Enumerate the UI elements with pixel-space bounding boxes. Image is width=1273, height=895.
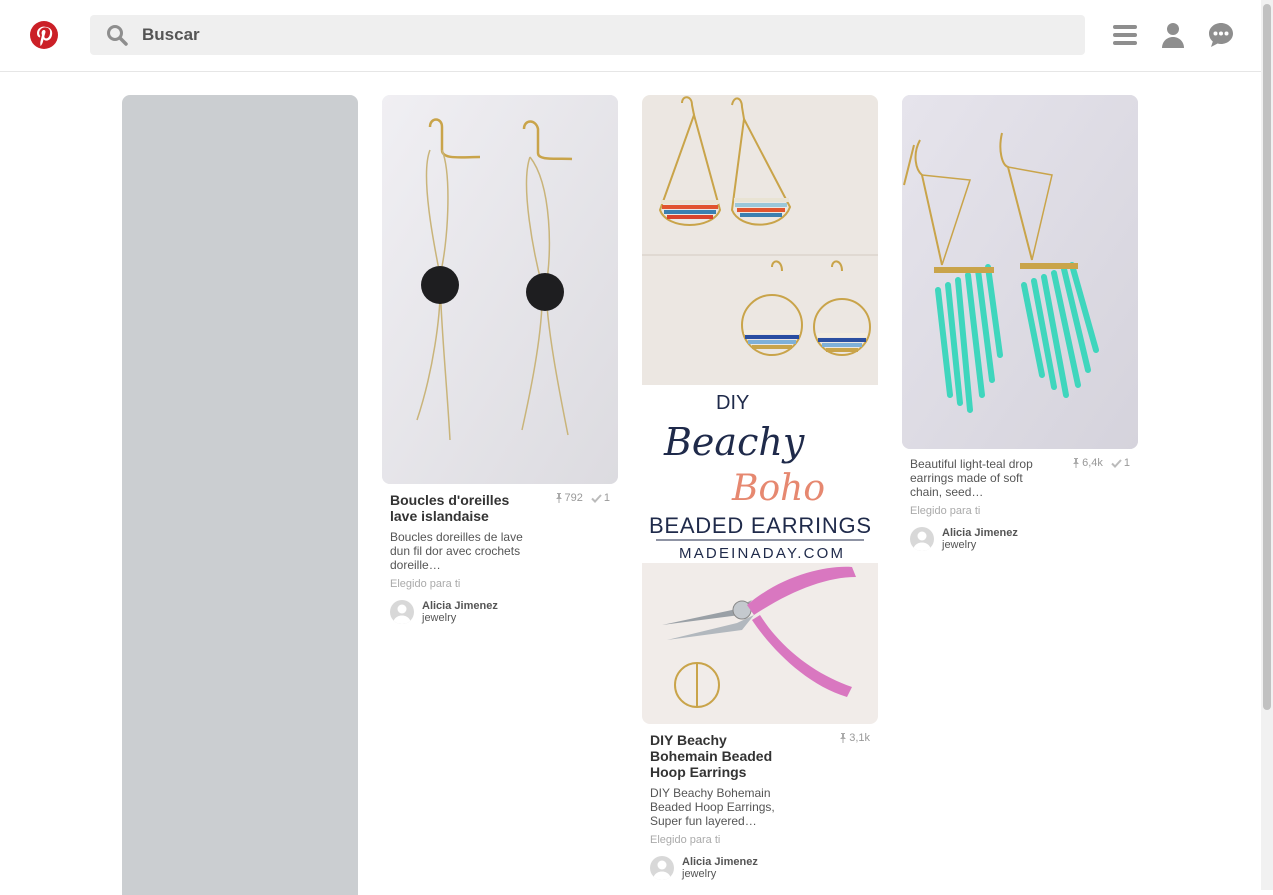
like-count: 1 xyxy=(591,492,610,504)
pin-card[interactable]: 6,4k 1 Beautiful light-teal drop earring… xyxy=(902,95,1138,551)
repin-count-text: 6,4k xyxy=(1082,457,1103,469)
check-icon xyxy=(591,493,602,503)
pin-image[interactable] xyxy=(902,95,1138,449)
image-text-boho: Boho xyxy=(731,468,825,509)
search-icon xyxy=(107,25,128,46)
avatar[interactable] xyxy=(650,856,674,880)
pin-stats: 792 1 xyxy=(555,492,610,504)
owner-name[interactable]: Alicia Jimenez xyxy=(422,600,498,612)
image-text-beaded-earrings: BEADED EARRINGS xyxy=(649,513,871,538)
pin-info: 6,4k 1 Beautiful light-teal drop earring… xyxy=(902,449,1138,551)
pin-icon xyxy=(555,493,562,503)
avatar[interactable] xyxy=(910,527,934,551)
board-name[interactable]: jewelry xyxy=(682,868,758,880)
check-icon xyxy=(1111,458,1122,468)
repin-count: 3,1k xyxy=(839,732,870,744)
pin-icon xyxy=(1073,458,1080,468)
image-text-diy: DIY xyxy=(716,392,749,414)
repin-count: 792 xyxy=(555,492,583,504)
pin-info: DIY Beachy Bohemain Beaded Hoop Earrings… xyxy=(642,724,878,880)
repin-count-text: 3,1k xyxy=(849,732,870,744)
pin-owner[interactable]: Alicia Jimenez jewelry xyxy=(650,856,870,880)
board-name[interactable]: jewelry xyxy=(942,539,1018,551)
pin-description: Beautiful light-teal drop earrings made … xyxy=(910,457,1033,499)
loading-pin-placeholder xyxy=(122,95,358,895)
like-count-text: 1 xyxy=(603,492,610,504)
pin-stats: 6,4k 1 xyxy=(1072,457,1130,469)
profile-icon[interactable] xyxy=(1159,21,1187,49)
scrollbar-thumb[interactable] xyxy=(1263,4,1271,710)
menu-icon[interactable] xyxy=(1111,21,1139,49)
pin-card[interactable]: DIY Beachy Boho BEADED EARRINGS MADEINAD… xyxy=(642,95,878,880)
pin-image[interactable] xyxy=(382,95,618,484)
repin-count-text: 792 xyxy=(564,492,583,504)
repin-count: 6,4k xyxy=(1072,457,1103,469)
board-name[interactable]: jewelry xyxy=(422,612,498,624)
scrollbar[interactable] xyxy=(1261,0,1273,890)
picked-label: Elegido para ti xyxy=(390,578,461,590)
pin-description: Boucles doreilles de lave dun fil dor av… xyxy=(390,530,523,572)
pin-title[interactable]: DIY Beachy Bohemain Beaded Hoop Earrings xyxy=(650,732,790,780)
like-count: 1 xyxy=(1111,457,1130,469)
picked-label: Elegido para ti xyxy=(650,834,721,846)
pin-title[interactable]: Boucles d'oreilles lave islandaise xyxy=(390,492,530,524)
owner-name[interactable]: Alicia Jimenez xyxy=(682,856,758,868)
search-bar[interactable] xyxy=(90,15,1085,55)
search-input[interactable] xyxy=(142,15,1042,55)
pin-image[interactable]: DIY Beachy Boho BEADED EARRINGS MADEINAD… xyxy=(642,95,878,724)
avatar[interactable] xyxy=(390,600,414,624)
pin-owner[interactable]: Alicia Jimenez jewelry xyxy=(910,527,1130,551)
top-bar xyxy=(0,0,1261,72)
owner-name[interactable]: Alicia Jimenez xyxy=(942,527,1018,539)
pin-stats: 3,1k xyxy=(839,732,870,744)
messages-icon[interactable] xyxy=(1207,21,1235,49)
pin-icon xyxy=(840,733,847,743)
pin-description: DIY Beachy Bohemain Beaded Hoop Earrings… xyxy=(650,786,775,828)
pin-card[interactable]: Boucles d'oreilles lave islandaise 792 1… xyxy=(382,95,618,624)
picked-label: Elegido para ti xyxy=(910,505,981,517)
pin-info: Boucles d'oreilles lave islandaise 792 1… xyxy=(382,484,618,624)
image-text-beachy: Beachy xyxy=(663,420,805,464)
like-count-text: 1 xyxy=(1123,457,1130,469)
pinterest-logo-icon[interactable] xyxy=(30,21,58,49)
pin-owner[interactable]: Alicia Jimenez jewelry xyxy=(390,600,610,624)
